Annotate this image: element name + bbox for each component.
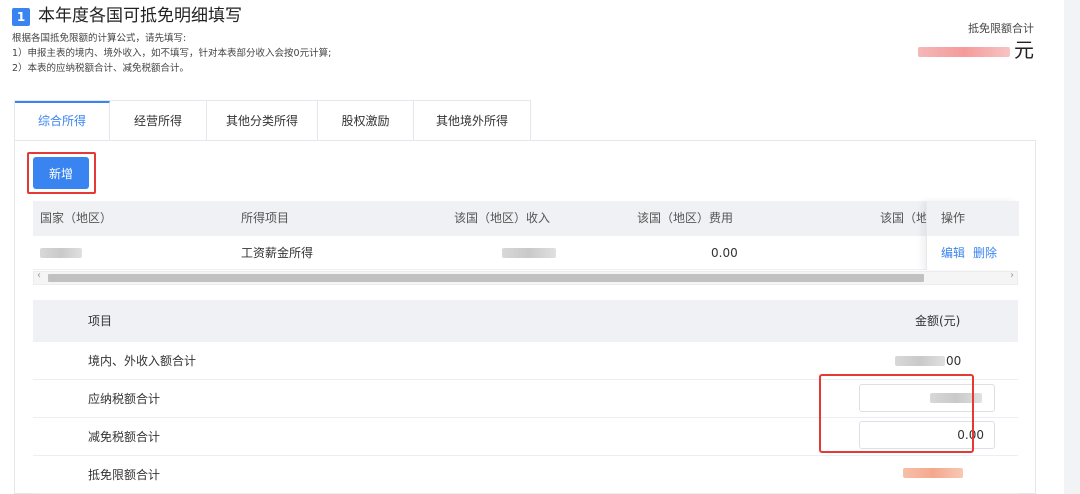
description-line-1: 根据各国抵免限额的计算公式，请先填写:: [12, 33, 187, 44]
income-type-tabs: 综合所得 经营所得 其他分类所得 股权激励 其他境外所得: [14, 100, 531, 141]
col-operation: 操作: [941, 211, 966, 225]
operation-column-cell: 编辑 删除: [927, 236, 1019, 270]
tab-comprehensive-income[interactable]: 综合所得: [15, 101, 110, 141]
page: 1 本年度各国可抵免明细填写 根据各国抵免限额的计算公式，请先填写: 1）申报主…: [0, 0, 1064, 494]
edit-link[interactable]: 编辑: [941, 236, 965, 270]
country-value-redacted: [40, 248, 82, 258]
tab-other-foreign-income[interactable]: 其他境外所得: [414, 101, 530, 141]
col-amount: 金额(元): [915, 314, 961, 328]
total-income-value-redacted: [895, 356, 945, 366]
scroll-left-icon[interactable]: ‹: [37, 270, 41, 281]
operation-column: 操作 编辑 删除: [926, 201, 1019, 270]
tab-equity-incentive[interactable]: 股权激励: [318, 101, 414, 141]
page-scrollbar-track[interactable]: [1064, 0, 1080, 494]
credit-limit-value-redacted: [903, 468, 963, 478]
tab-business-income[interactable]: 经营所得: [110, 101, 207, 141]
inputs-highlight: [819, 374, 974, 453]
scrollbar-thumb[interactable]: [48, 274, 924, 282]
section-title: 本年度各国可抵免明细填写: [38, 6, 242, 26]
operation-column-header: 操作: [927, 201, 1019, 236]
summary-table-header: 项目 金额(元): [33, 300, 1018, 342]
credit-limit-total-label: 抵免限额合计: [968, 22, 1034, 35]
credit-limit-total-value-redacted: [918, 47, 1010, 57]
scroll-right-icon[interactable]: ›: [1010, 270, 1014, 281]
table-row: 工资薪金所得 0.00: [33, 236, 1018, 270]
total-income-label: 境内、外收入额合计: [88, 354, 197, 368]
delete-link[interactable]: 删除: [973, 236, 997, 270]
col-income-item: 所得项目: [241, 211, 290, 225]
income-item-value: 工资薪金所得: [241, 246, 314, 260]
credit-limit-label: 抵免限额合计: [88, 468, 161, 482]
tax-payable-label: 应纳税额合计: [88, 392, 161, 406]
col-country-expense: 该国（地区）费用: [637, 211, 734, 225]
col-country: 国家（地区）: [40, 211, 113, 225]
income-table-header: 国家（地区） 所得项目 该国（地区）收入 该国（地区）费用 该国（地: [33, 201, 1018, 236]
tab-other-classified-income[interactable]: 其他分类所得: [207, 101, 318, 141]
description-line-3: 2）本表的应纳税额合计、减免税额合计。: [12, 63, 190, 74]
add-button[interactable]: 新增: [33, 157, 89, 189]
horizontal-scrollbar[interactable]: ‹ ›: [33, 270, 1018, 285]
tax-reduction-label: 减免税额合计: [88, 430, 161, 444]
summary-row-credit-limit: 抵免限额合计: [33, 456, 1018, 494]
expense-value: 0.00: [711, 246, 738, 260]
col-item: 项目: [88, 314, 113, 328]
col-country-income: 该国（地区）收入: [454, 211, 551, 225]
col-country-truncated: 该国（地: [880, 211, 929, 225]
description-line-2: 1）申报主表的境内、境外收入，如不填写，针对本表部分收入会按0元计算;: [12, 48, 332, 59]
income-value-redacted: [502, 248, 556, 258]
credit-limit-unit: 元: [1014, 38, 1034, 62]
section-number-badge: 1: [12, 8, 30, 26]
